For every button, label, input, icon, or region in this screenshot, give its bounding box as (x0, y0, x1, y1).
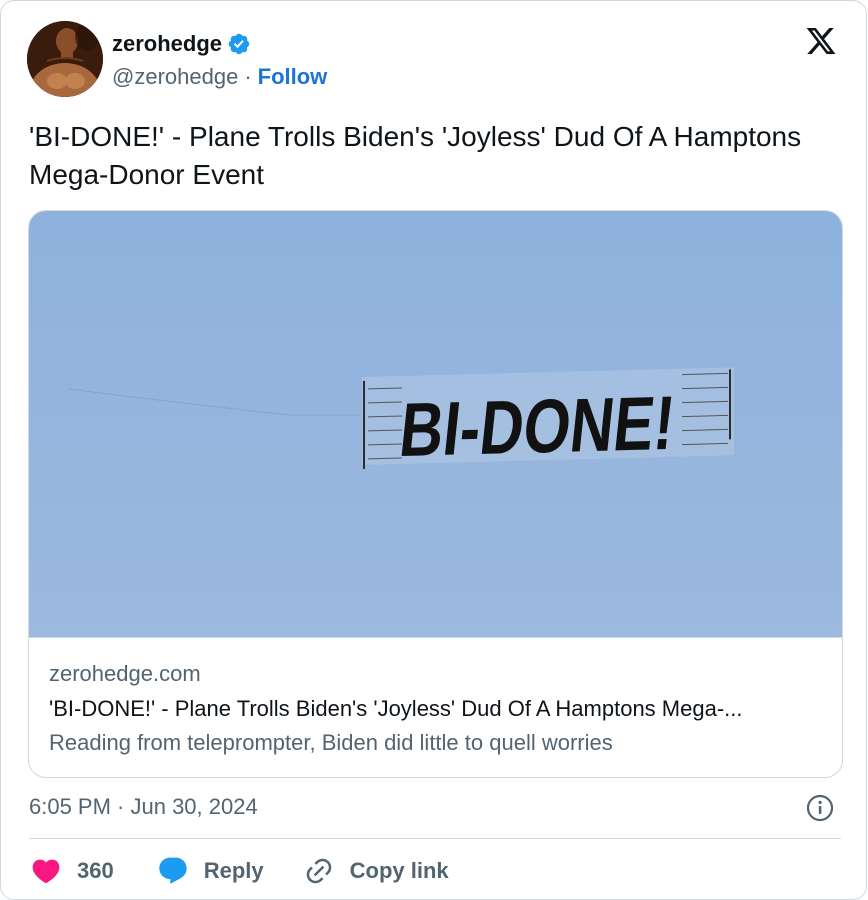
separator-dot: · (244, 64, 252, 89)
reply-label: Reply (203, 858, 264, 883)
like-count: 360 (77, 858, 114, 883)
author-handle[interactable]: @zerohedge (112, 64, 238, 90)
author-name-row: zerohedge (112, 29, 251, 59)
follow-button[interactable]: Follow (258, 64, 328, 90)
like-button[interactable]: 360 (29, 854, 114, 888)
link-description: Reading from teleprompter, Biden did lit… (49, 730, 613, 755)
copy-link-label: Copy link (349, 858, 449, 883)
author-display-name[interactable]: zerohedge (112, 31, 222, 57)
reply-button[interactable]: Reply (156, 854, 264, 888)
tweet-text: 'BI-DONE!' - Plane Trolls Biden's 'Joyle… (29, 121, 802, 190)
info-icon[interactable] (806, 794, 834, 822)
link-preview-image[interactable]: BI-DONE! (29, 211, 842, 638)
link-preview-card[interactable]: BI-DONE! zerohedge.com 'BI-DONE!' - Plan… (28, 210, 843, 778)
divider (29, 838, 841, 839)
action-bar: 360 Reply Copy link (29, 853, 449, 889)
link-preview-meta: zerohedge.com 'BI-DONE!' - Plane Trolls … (49, 659, 829, 759)
link-title: 'BI-DONE!' - Plane Trolls Biden's 'Joyle… (49, 696, 743, 721)
tweet-embed-card: zerohedge @zerohedge · Follow 'BI-DONE!'… (0, 0, 867, 900)
author-handle-row: @zerohedge · Follow (112, 63, 327, 91)
banner-text: BI-DONE! (396, 381, 679, 473)
verified-badge-icon (227, 32, 251, 56)
x-logo-icon[interactable] (804, 25, 838, 57)
link-chain-icon (302, 854, 336, 888)
link-domain: zerohedge.com (49, 661, 201, 686)
copy-link-button[interactable]: Copy link (302, 854, 449, 888)
heart-icon (29, 854, 63, 888)
reply-bubble-icon (156, 854, 190, 888)
tweet-timestamp[interactable]: 6:05 PM · Jun 30, 2024 (29, 792, 258, 822)
avatar[interactable] (27, 21, 103, 97)
